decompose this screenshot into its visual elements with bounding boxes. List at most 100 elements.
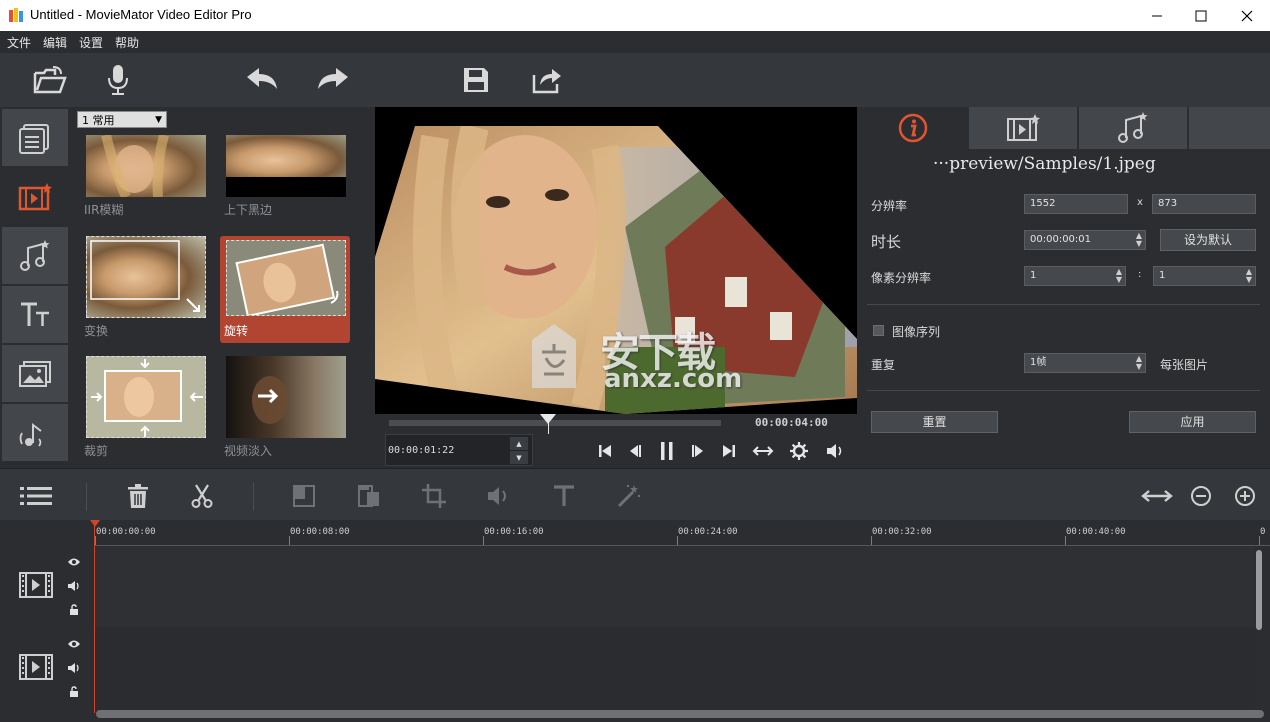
menu-edit[interactable]: 编辑: [43, 34, 67, 51]
resolution-width-input[interactable]: 1552: [1024, 194, 1128, 214]
pixel-aspect-height-input[interactable]: 1 ▲ ▼: [1153, 266, 1256, 286]
skip-to-end-button[interactable]: [718, 440, 740, 462]
cut-icon: [191, 484, 213, 508]
timeline-horizontal-scrollbar[interactable]: [96, 710, 1264, 718]
volume-button[interactable]: [824, 440, 846, 462]
duration-label: 时长: [871, 233, 902, 251]
info-icon: [898, 113, 928, 143]
timecode-input[interactable]: 00:00:01:22 ▲ ▼: [385, 434, 533, 466]
effect-rotate[interactable]: 旋转: [220, 236, 350, 343]
close-button[interactable]: [1224, 0, 1270, 31]
rail-audio-effects[interactable]: [2, 404, 68, 462]
eye-icon[interactable]: [67, 557, 81, 567]
timecode-up-button[interactable]: ▲: [510, 437, 528, 450]
tab-audio-filters[interactable]: [1079, 107, 1187, 149]
image-icon: [19, 360, 51, 387]
timeline-playhead[interactable]: [90, 520, 100, 527]
timecode-down-button[interactable]: ▼: [510, 451, 528, 464]
apply-button[interactable]: 应用: [1129, 411, 1256, 433]
speaker-icon[interactable]: [67, 662, 81, 674]
lock-icon[interactable]: [69, 686, 79, 698]
redo-button[interactable]: [315, 62, 351, 98]
eye-icon[interactable]: [67, 639, 81, 649]
rail-video-filters[interactable]: [2, 168, 68, 226]
category-select[interactable]: 1 常用 ▼: [77, 111, 167, 128]
title-bar: Untitled - MovieMator Video Editor Pro: [0, 0, 1270, 31]
effect-letterbox[interactable]: 上下黑边: [220, 135, 350, 242]
text-tool-button[interactable]: [551, 483, 577, 509]
track-lane-video-2[interactable]: [95, 629, 1255, 709]
effect-crop[interactable]: 裁剪: [80, 356, 210, 463]
maximize-button[interactable]: [1178, 0, 1224, 31]
zoom-out-button[interactable]: [1188, 483, 1214, 509]
timeline-menu-button[interactable]: [20, 483, 52, 509]
menu-file[interactable]: 文件: [7, 34, 31, 51]
cut-button[interactable]: [189, 483, 215, 509]
crop-button[interactable]: [421, 483, 447, 509]
app-logo-icon: [9, 8, 23, 22]
menu-bar: 文件 编辑 设置 帮助: [0, 31, 1270, 53]
pixel-aspect-width-input[interactable]: 1 ▲ ▼: [1024, 266, 1126, 286]
track-lane-video-1[interactable]: [95, 547, 1255, 627]
fit-timeline-icon: [1141, 490, 1173, 502]
main-toolbar: [0, 53, 1270, 107]
effect-iir-blur[interactable]: IIR模糊: [80, 135, 210, 242]
delete-button[interactable]: [125, 483, 151, 509]
timeline-ruler[interactable]: 00:00:00:00 00:00:08:00 00:00:16:00 00:0…: [0, 520, 1270, 546]
repeat-unit: 每张图片: [1160, 358, 1209, 372]
effect-label: 旋转: [224, 324, 249, 338]
resolution-height-input[interactable]: 873: [1152, 194, 1256, 214]
undo-button[interactable]: [244, 62, 280, 98]
audio-button[interactable]: [486, 483, 512, 509]
rail-images[interactable]: [2, 345, 68, 403]
reset-button[interactable]: 重置: [871, 411, 998, 433]
skip-to-start-button[interactable]: [594, 440, 616, 462]
resolution-label: 分辨率: [871, 199, 908, 213]
settings-icon: [790, 442, 808, 460]
fit-timeline-button[interactable]: [1140, 483, 1174, 509]
audio-effect-icon: [19, 422, 42, 447]
pixel-aspect-label: 像素分辨率: [871, 271, 932, 285]
copy-icon: [358, 485, 379, 507]
split-button[interactable]: [291, 483, 317, 509]
rail-audio-filters[interactable]: [2, 227, 68, 285]
set-default-button[interactable]: 设为默认: [1160, 229, 1256, 251]
speaker-icon[interactable]: [67, 580, 81, 592]
effect-label: 上下黑边: [224, 203, 273, 217]
fit-button[interactable]: [752, 440, 774, 462]
rail-text[interactable]: [2, 286, 68, 344]
copy-button[interactable]: [356, 483, 382, 509]
tab-video-filters[interactable]: [969, 107, 1077, 149]
close-icon: [1241, 10, 1253, 21]
rail-media[interactable]: [2, 109, 68, 167]
menu-settings[interactable]: 设置: [79, 34, 103, 51]
undo-icon: [247, 68, 277, 89]
menu-list-icon: [20, 487, 52, 505]
repeat-input[interactable]: 1帧 ▲ ▼: [1024, 353, 1146, 373]
tab-info[interactable]: [859, 107, 967, 149]
open-button[interactable]: [32, 62, 68, 98]
audio-icon: [488, 487, 506, 505]
magic-wand-button[interactable]: [616, 483, 642, 509]
image-sequence-checkbox[interactable]: [873, 325, 884, 336]
record-button[interactable]: [100, 62, 136, 98]
export-button[interactable]: [529, 62, 565, 98]
ruler-label: 00:00:16:00: [484, 527, 544, 537]
timeline-vertical-scrollbar[interactable]: [1256, 550, 1262, 630]
preview-settings-button[interactable]: [788, 440, 810, 462]
effect-label: 变换: [84, 324, 109, 338]
menu-help[interactable]: 帮助: [115, 34, 139, 51]
effect-fade-in[interactable]: 视频淡入: [220, 356, 350, 463]
minimize-button[interactable]: [1134, 0, 1180, 31]
zoom-in-button[interactable]: [1232, 483, 1258, 509]
lock-icon[interactable]: [69, 604, 79, 616]
duration-input[interactable]: 00:00:00:01 ▲ ▼: [1024, 230, 1146, 250]
step-forward-button[interactable]: [687, 440, 709, 462]
effect-transform[interactable]: 变换: [80, 236, 210, 343]
save-button[interactable]: [458, 62, 494, 98]
pixel-aspect-separator: :: [1138, 269, 1142, 280]
effect-label: 裁剪: [84, 444, 109, 458]
window-title: Untitled - MovieMator Video Editor Pro: [30, 7, 252, 22]
step-back-button[interactable]: [624, 440, 646, 462]
pause-button[interactable]: [656, 440, 678, 462]
